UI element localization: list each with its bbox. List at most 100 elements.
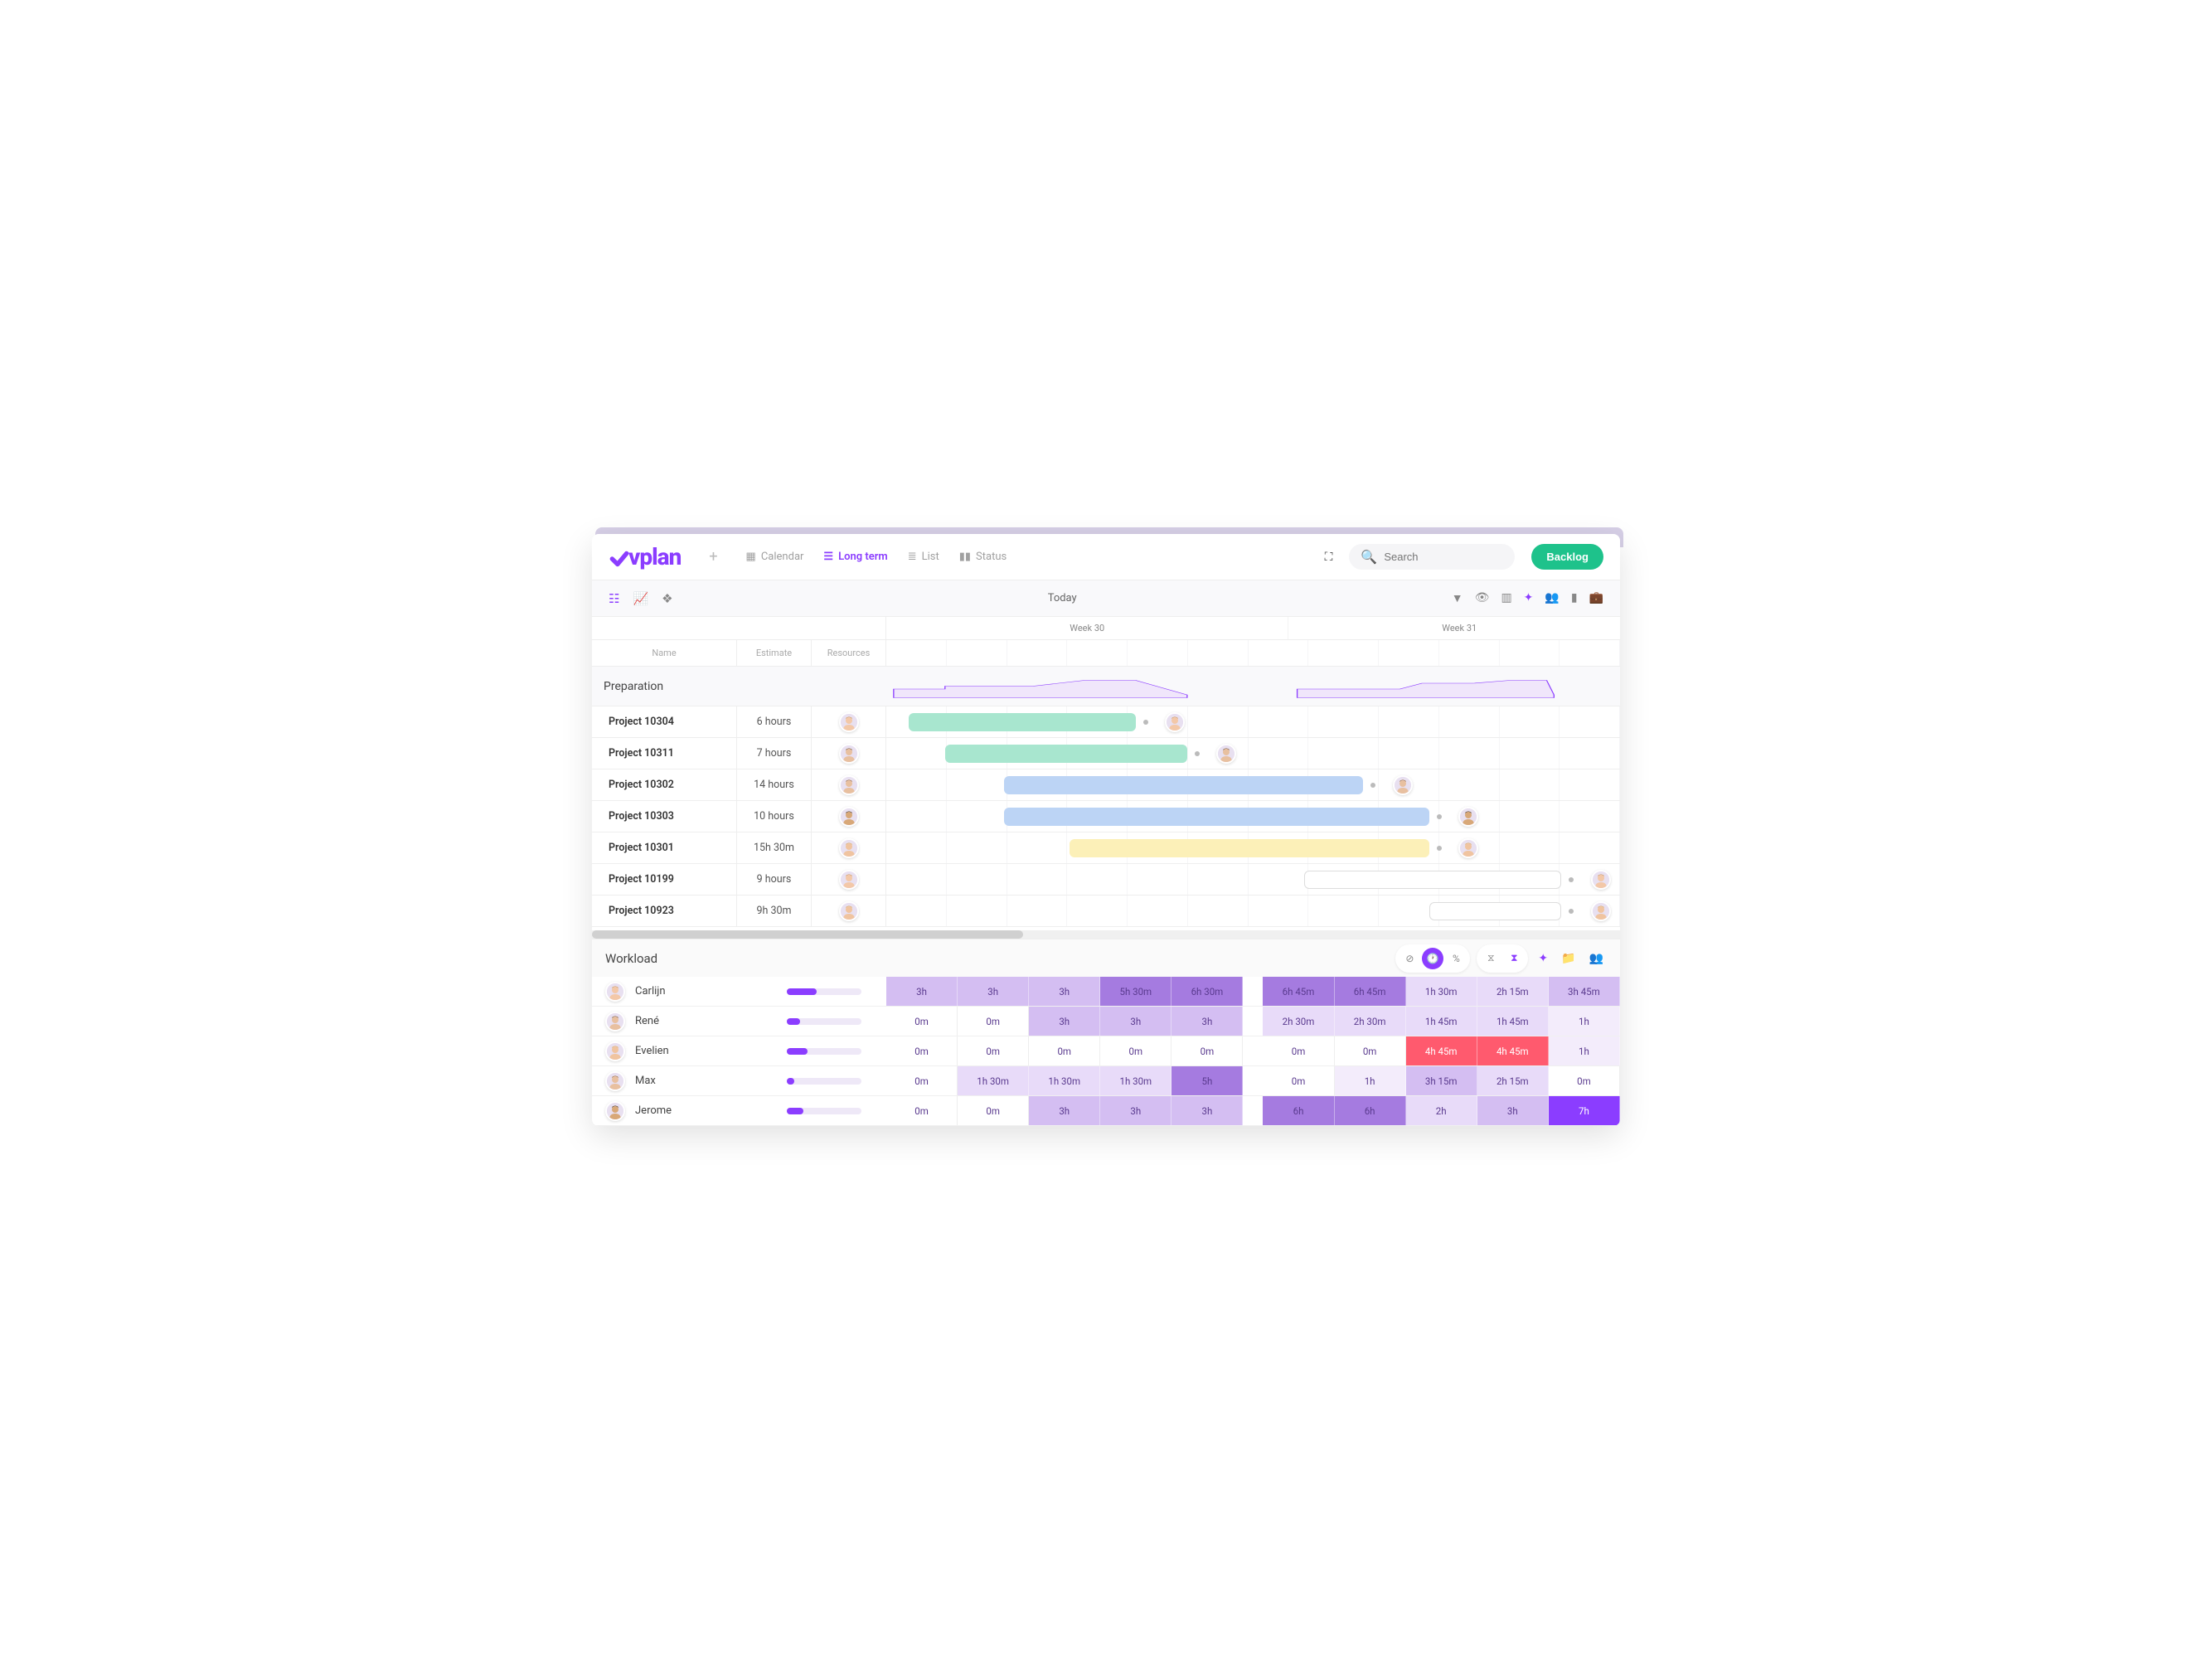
workload-cell[interactable]: 0m bbox=[1549, 1066, 1620, 1095]
workload-cell[interactable]: 0m bbox=[958, 1036, 1029, 1065]
view-layers-icon[interactable]: ❖ bbox=[662, 591, 672, 606]
scrollbar-thumb[interactable] bbox=[592, 930, 1023, 939]
workload-cell[interactable]: 1h 45m bbox=[1406, 1007, 1477, 1036]
gantt-area[interactable] bbox=[886, 896, 1620, 926]
workload-cell[interactable]: 3h bbox=[1477, 1096, 1549, 1125]
fullscreen-icon[interactable]: ⛶ bbox=[1325, 551, 1333, 564]
add-button[interactable]: + bbox=[702, 545, 724, 569]
workload-cell[interactable]: 6h 30m bbox=[1171, 977, 1243, 1006]
tab-status[interactable]: ▮▮ Status bbox=[951, 546, 1015, 568]
workload-cell[interactable]: 7h bbox=[1549, 1096, 1620, 1125]
group-row-preparation[interactable]: Preparation bbox=[592, 667, 1620, 706]
gantt-bar[interactable] bbox=[909, 713, 1136, 731]
project-row[interactable]: Project 10303 10 hours bbox=[592, 801, 1620, 832]
gantt-area[interactable] bbox=[886, 769, 1620, 800]
workload-cell[interactable]: 6h 45m bbox=[1263, 977, 1334, 1006]
columns-icon[interactable]: ▥ bbox=[1501, 591, 1511, 605]
group-icon[interactable]: 👥 bbox=[1545, 591, 1559, 605]
workload-cell[interactable]: 3h bbox=[1029, 977, 1100, 1006]
view-chart-icon[interactable]: 📈 bbox=[633, 591, 648, 606]
today-label[interactable]: Today bbox=[673, 592, 1452, 604]
workload-cell[interactable]: 2h 15m bbox=[1477, 977, 1549, 1006]
workload-cell[interactable]: 2h 15m bbox=[1477, 1066, 1549, 1095]
project-row[interactable]: Project 10304 6 hours bbox=[592, 706, 1620, 738]
workload-cell[interactable]: 4h 45m bbox=[1406, 1036, 1477, 1065]
gantt-area[interactable] bbox=[886, 706, 1620, 737]
puzzle-icon[interactable]: ✦ bbox=[1524, 591, 1534, 605]
workload-cell[interactable]: 2h 30m bbox=[1263, 1007, 1334, 1036]
workload-cell[interactable]: 0m bbox=[958, 1096, 1029, 1125]
workload-cell[interactable]: 3h bbox=[1029, 1007, 1100, 1036]
gantt-bar[interactable] bbox=[1429, 902, 1561, 920]
wl-people-icon[interactable]: 👥 bbox=[1586, 949, 1607, 968]
workload-cell[interactable]: 0m bbox=[1029, 1036, 1100, 1065]
eye-icon[interactable]: 👁 bbox=[1475, 591, 1490, 605]
workload-cell[interactable]: 1h 30m bbox=[958, 1066, 1029, 1095]
hourglass-filled-icon[interactable]: ⧗ bbox=[1503, 948, 1525, 969]
workload-cell[interactable]: 2h 30m bbox=[1335, 1007, 1406, 1036]
gantt-area[interactable] bbox=[886, 738, 1620, 769]
backlog-button[interactable]: Backlog bbox=[1531, 544, 1603, 570]
wl-puzzle-icon[interactable]: ✦ bbox=[1535, 949, 1551, 968]
project-row[interactable]: Project 10199 9 hours bbox=[592, 864, 1620, 896]
filter-icon[interactable]: ▼ bbox=[1452, 591, 1463, 605]
workload-cell[interactable]: 3h 45m bbox=[1549, 977, 1620, 1006]
wl-folder-icon[interactable]: 📁 bbox=[1558, 949, 1579, 968]
workload-cell[interactable]: 1h 30m bbox=[1029, 1066, 1100, 1095]
workload-cell[interactable]: 3h bbox=[1100, 1007, 1171, 1036]
tab-long-term[interactable]: ☰ Long term bbox=[815, 546, 895, 568]
workload-cell[interactable]: 1h 30m bbox=[1406, 977, 1477, 1006]
workload-cell[interactable]: 0m bbox=[958, 1007, 1029, 1036]
workload-cell[interactable]: 0m bbox=[1100, 1036, 1171, 1065]
tab-calendar[interactable]: ▦ Calendar bbox=[738, 546, 813, 568]
tab-list[interactable]: ≣ List bbox=[900, 546, 948, 568]
workload-cell[interactable]: 0m bbox=[886, 1066, 958, 1095]
workload-cell[interactable]: 0m bbox=[1335, 1036, 1406, 1065]
gantt-area[interactable] bbox=[886, 832, 1620, 863]
workload-cell[interactable]: 0m bbox=[886, 1007, 958, 1036]
gantt-area[interactable] bbox=[886, 801, 1620, 832]
gantt-bar[interactable] bbox=[1004, 808, 1429, 826]
project-row[interactable]: Project 10302 14 hours bbox=[592, 769, 1620, 801]
tag-icon[interactable]: ▮ bbox=[1571, 591, 1578, 605]
workload-cell[interactable]: 6h 45m bbox=[1335, 977, 1406, 1006]
project-row[interactable]: Project 10923 9h 30m bbox=[592, 896, 1620, 927]
mode-time-icon[interactable]: 🕐 bbox=[1422, 948, 1443, 969]
workload-cell[interactable]: 6h bbox=[1263, 1096, 1334, 1125]
search-box[interactable]: 🔍 bbox=[1349, 544, 1515, 570]
workload-cell[interactable]: 1h bbox=[1549, 1036, 1620, 1065]
view-list-icon[interactable]: ☷ bbox=[609, 591, 619, 606]
workload-cell[interactable]: 3h bbox=[886, 977, 958, 1006]
workload-cell[interactable]: 5h 30m bbox=[1100, 977, 1171, 1006]
briefcase-icon[interactable]: 💼 bbox=[1589, 591, 1603, 605]
workload-cell[interactable]: 0m bbox=[1263, 1036, 1334, 1065]
hourglass-icon[interactable]: ⧖ bbox=[1480, 948, 1501, 969]
workload-cell[interactable]: 2h bbox=[1406, 1096, 1477, 1125]
project-row[interactable]: Project 10311 7 hours bbox=[592, 738, 1620, 769]
workload-cell[interactable]: 3h bbox=[1171, 1007, 1243, 1036]
horizontal-scrollbar[interactable] bbox=[592, 930, 1620, 939]
project-row[interactable]: Project 10301 15h 30m bbox=[592, 832, 1620, 864]
search-input[interactable] bbox=[1384, 551, 1530, 563]
workload-cell[interactable]: 1h bbox=[1549, 1007, 1620, 1036]
mode-percent-icon[interactable]: % bbox=[1445, 948, 1467, 969]
workload-cell[interactable]: 1h 45m bbox=[1477, 1007, 1549, 1036]
gantt-area[interactable] bbox=[886, 864, 1620, 895]
workload-cell[interactable]: 4h 45m bbox=[1477, 1036, 1549, 1065]
workload-cell[interactable]: 3h bbox=[958, 977, 1029, 1006]
workload-cell[interactable]: 3h bbox=[1029, 1096, 1100, 1125]
workload-cell[interactable]: 0m bbox=[1171, 1036, 1243, 1065]
mode-none-icon[interactable]: ⊘ bbox=[1399, 948, 1420, 969]
workload-cell[interactable]: 3h 15m bbox=[1406, 1066, 1477, 1095]
workload-cell[interactable]: 3h bbox=[1100, 1096, 1171, 1125]
gantt-bar[interactable] bbox=[945, 745, 1187, 763]
workload-cell[interactable]: 0m bbox=[886, 1036, 958, 1065]
workload-cell[interactable]: 6h bbox=[1335, 1096, 1406, 1125]
workload-cell[interactable]: 0m bbox=[886, 1096, 958, 1125]
workload-cell[interactable]: 0m bbox=[1263, 1066, 1334, 1095]
workload-cell[interactable]: 1h 30m bbox=[1100, 1066, 1171, 1095]
gantt-bar[interactable] bbox=[1004, 776, 1364, 794]
workload-cell[interactable]: 5h bbox=[1171, 1066, 1243, 1095]
gantt-bar[interactable] bbox=[1070, 839, 1429, 857]
workload-cell[interactable]: 1h bbox=[1335, 1066, 1406, 1095]
